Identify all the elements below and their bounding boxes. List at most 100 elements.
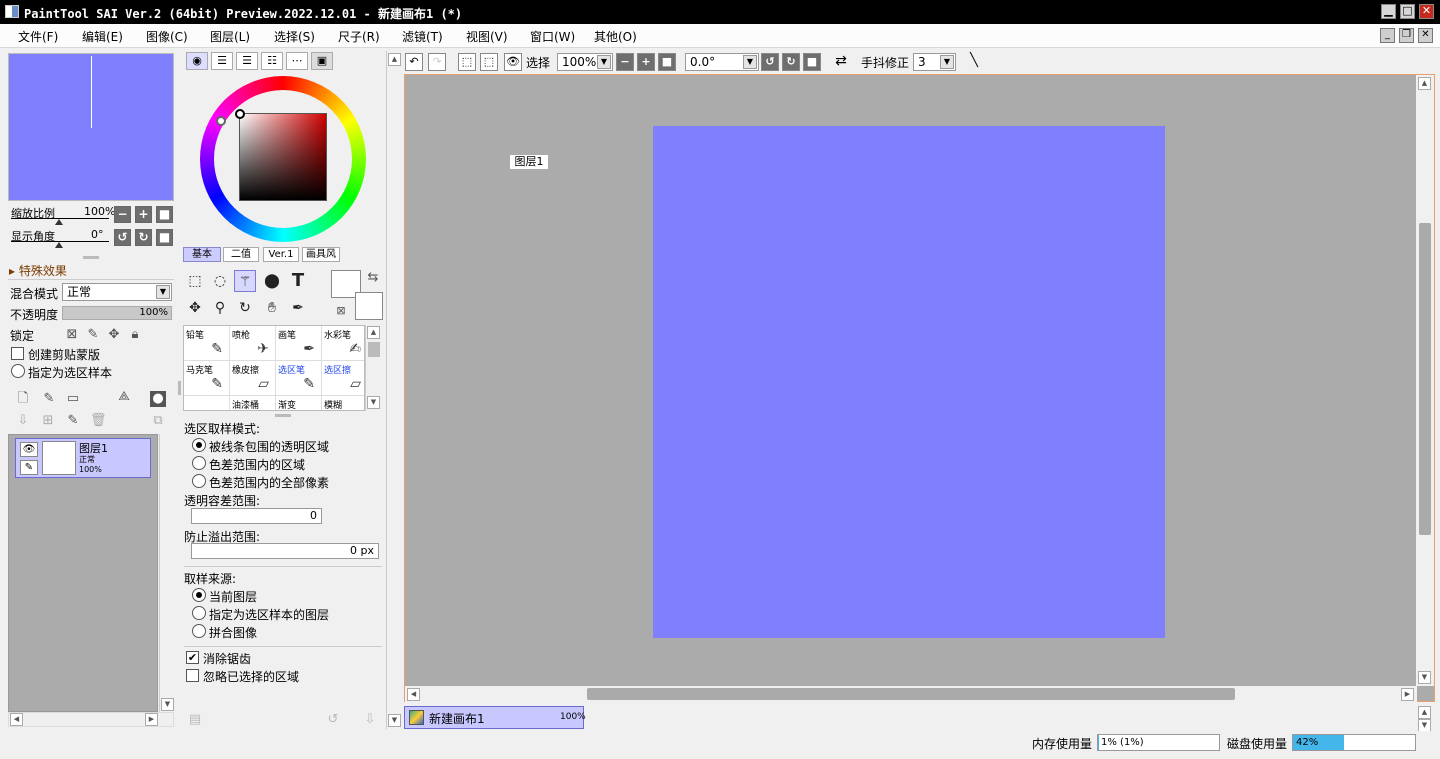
mode-radio-all-pixels[interactable] bbox=[192, 474, 206, 488]
brush-select-pen[interactable]: 选区笔 ✎ bbox=[276, 361, 322, 396]
hue-marker[interactable] bbox=[216, 116, 226, 126]
clip-mask-checkbox[interactable] bbox=[11, 347, 24, 360]
tolerance-input[interactable]: 0 bbox=[191, 508, 322, 524]
tab-color-wheel[interactable]: ◉ bbox=[186, 52, 208, 70]
menu-layer[interactable]: 图层(L) bbox=[210, 28, 250, 45]
brush-pencil[interactable]: 铅笔 ✎ bbox=[184, 326, 230, 361]
rotate-left-button[interactable]: ↺ bbox=[114, 229, 131, 246]
save-preset-icon[interactable]: ⇩ bbox=[362, 712, 378, 728]
source-radio-current[interactable] bbox=[192, 588, 206, 602]
flip-horizontal-button[interactable]: ⇄ bbox=[832, 53, 850, 71]
menu-file[interactable]: 文件(F) bbox=[18, 28, 58, 45]
zoom-slider-handle[interactable] bbox=[55, 219, 63, 225]
rotate-right-button[interactable]: ↻ bbox=[135, 229, 152, 246]
brush-eraser[interactable]: 橡皮擦 ▱ bbox=[230, 361, 276, 396]
scroll-down-arrow[interactable]: ▼ bbox=[161, 698, 174, 711]
tab-ver1[interactable]: Ver.1 bbox=[263, 247, 299, 262]
zoom-reset-button[interactable]: ■ bbox=[156, 206, 173, 223]
menu-select[interactable]: 选择(S) bbox=[274, 28, 315, 45]
clear-layer-icon[interactable]: ✎ bbox=[65, 413, 81, 429]
duplicate-layer-icon[interactable]: ⧉ bbox=[150, 413, 166, 429]
splitter-handle[interactable] bbox=[83, 256, 99, 259]
layer-item[interactable]: 👁︎ ✎ 图层1 正常 100% bbox=[15, 438, 151, 478]
deselect-button[interactable]: ⬚ bbox=[458, 53, 476, 71]
hscroll-thumb[interactable] bbox=[587, 688, 1235, 700]
brush-gradient[interactable]: 渐变 bbox=[276, 396, 322, 410]
vscroll-thumb[interactable] bbox=[1419, 223, 1431, 535]
color-square[interactable] bbox=[239, 113, 327, 201]
panel-splitter[interactable] bbox=[178, 381, 181, 395]
transparent-color-icon[interactable]: ⊠ bbox=[333, 303, 349, 319]
new-layer-icon[interactable]: 🗋︎ bbox=[15, 391, 31, 407]
new-vector-layer-icon[interactable]: ✎ bbox=[41, 391, 57, 407]
scroll-right-arrow[interactable]: ▶ bbox=[1401, 688, 1414, 701]
scroll-left-arrow[interactable]: ◀ bbox=[10, 713, 23, 726]
splitter-handle[interactable] bbox=[275, 414, 291, 417]
overflow-input[interactable]: 0 px bbox=[191, 543, 379, 559]
brush-brush[interactable]: 画笔 ✒ bbox=[276, 326, 322, 361]
scroll-up-arrow[interactable]: ▲ bbox=[1418, 77, 1431, 90]
layer-list-hscrollbar[interactable]: ◀ ▶ bbox=[8, 712, 174, 727]
layer-list-scrollbar[interactable]: ▼ bbox=[159, 434, 174, 712]
lock-paint-icon[interactable]: ✎ bbox=[85, 327, 101, 343]
scroll-thumb[interactable] bbox=[368, 342, 380, 357]
rect-select-tool[interactable]: ⬚ bbox=[184, 270, 206, 292]
delete-layer-icon[interactable]: 🗑︎ bbox=[90, 413, 107, 429]
mode-radio-transparent[interactable] bbox=[192, 438, 206, 452]
tab-hsv-sliders[interactable]: ☰ bbox=[236, 52, 258, 70]
menu-window[interactable]: 窗口(W) bbox=[530, 28, 575, 45]
brush-grid[interactable]: 铅笔 ✎ 喷枪 ✈ 画笔 ✒ 水彩笔 ✍ 马克笔 ✎ 橡皮擦 ▱ 选区笔 ✎ 选区擦 ▱ 油漆桶… bbox=[183, 325, 365, 411]
scroll-up-arrow[interactable]: ▲ bbox=[388, 53, 401, 66]
canvas-hscrollbar[interactable]: ◀ ▶ bbox=[405, 686, 1417, 702]
brush-select-eraser[interactable]: 选区擦 ▱ bbox=[322, 361, 364, 396]
brush-blur[interactable]: 模糊 bbox=[322, 396, 364, 410]
lock-transparency-icon[interactable]: ⊠ bbox=[64, 327, 80, 343]
shape-tool[interactable]: ⬤ bbox=[261, 270, 283, 292]
brush-empty[interactable] bbox=[184, 396, 230, 410]
ignore-selected-checkbox[interactable] bbox=[186, 669, 199, 682]
scroll-up-arrow[interactable]: ▲ bbox=[367, 326, 380, 339]
rotate-reset-button[interactable]: ■ bbox=[156, 229, 173, 246]
angle-slider-handle[interactable] bbox=[55, 242, 63, 248]
mdi-restore-button[interactable]: ❐ bbox=[1399, 28, 1414, 43]
tabs-scroll-up-arrow[interactable]: ▲ bbox=[1418, 706, 1431, 719]
scroll-down-arrow[interactable]: ▼ bbox=[1418, 671, 1431, 684]
menu-other[interactable]: 其他(O) bbox=[594, 28, 637, 45]
lock-move-icon[interactable]: ✥ bbox=[106, 327, 122, 343]
zoom-in-button[interactable]: + bbox=[135, 206, 152, 223]
mode-radio-color-range[interactable] bbox=[192, 456, 206, 470]
toolbar-rotate-reset-button[interactable]: ■ bbox=[803, 53, 821, 71]
tab-binary[interactable]: 二值 bbox=[223, 247, 259, 262]
blend-mode-select[interactable]: 正常 ▼ bbox=[62, 283, 172, 301]
text-tool[interactable]: T bbox=[287, 270, 309, 292]
rotate-tool[interactable]: ↻ bbox=[234, 297, 256, 319]
tab-scratchpad[interactable]: ⋯ bbox=[286, 52, 308, 70]
merge-icon[interactable]: ⊞ bbox=[40, 413, 56, 429]
tool-panel-scrollbar[interactable]: ▲ ▼ bbox=[386, 51, 402, 729]
lasso-tool[interactable]: ◌ bbox=[209, 270, 231, 292]
tab-extra[interactable]: ▣ bbox=[311, 52, 333, 70]
eyedropper-tool[interactable]: ✒ bbox=[287, 297, 309, 319]
color-marker[interactable] bbox=[235, 109, 245, 119]
selection-sample-radio[interactable] bbox=[11, 364, 25, 378]
zoom-select[interactable]: 100% ▼ bbox=[557, 53, 613, 71]
zoom-out-button[interactable]: − bbox=[114, 206, 131, 223]
show-selection-button[interactable]: 👁︎ bbox=[504, 53, 522, 71]
scroll-right-arrow[interactable]: ▶ bbox=[145, 713, 158, 726]
reset-icon[interactable]: ↺ bbox=[325, 712, 341, 728]
layer-mask-icon[interactable]: ● bbox=[150, 391, 166, 407]
eye-icon[interactable]: 👁︎ bbox=[20, 442, 38, 457]
tab-painterly[interactable]: 画具风 bbox=[302, 247, 340, 262]
toolbar-rotate-left-button[interactable]: ↺ bbox=[761, 53, 779, 71]
tab-swatches[interactable]: ☷ bbox=[261, 52, 283, 70]
tab-rgb-sliders[interactable]: ☰ bbox=[211, 52, 233, 70]
tab-basic[interactable]: 基本 bbox=[183, 247, 221, 262]
canvas-vscrollbar[interactable]: ▲ ▼ bbox=[1416, 75, 1434, 686]
secondary-color-swatch[interactable] bbox=[355, 292, 383, 320]
brush-airbrush[interactable]: 喷枪 ✈ bbox=[230, 326, 276, 361]
toolbar-rotate-right-button[interactable]: ↻ bbox=[782, 53, 800, 71]
menu-view[interactable]: 视图(V) bbox=[466, 28, 508, 45]
new-folder-icon[interactable]: ▭ bbox=[65, 391, 81, 407]
undo-button[interactable]: ↶ bbox=[405, 53, 423, 71]
document-tab[interactable]: 新建画布1 100% bbox=[404, 706, 586, 729]
